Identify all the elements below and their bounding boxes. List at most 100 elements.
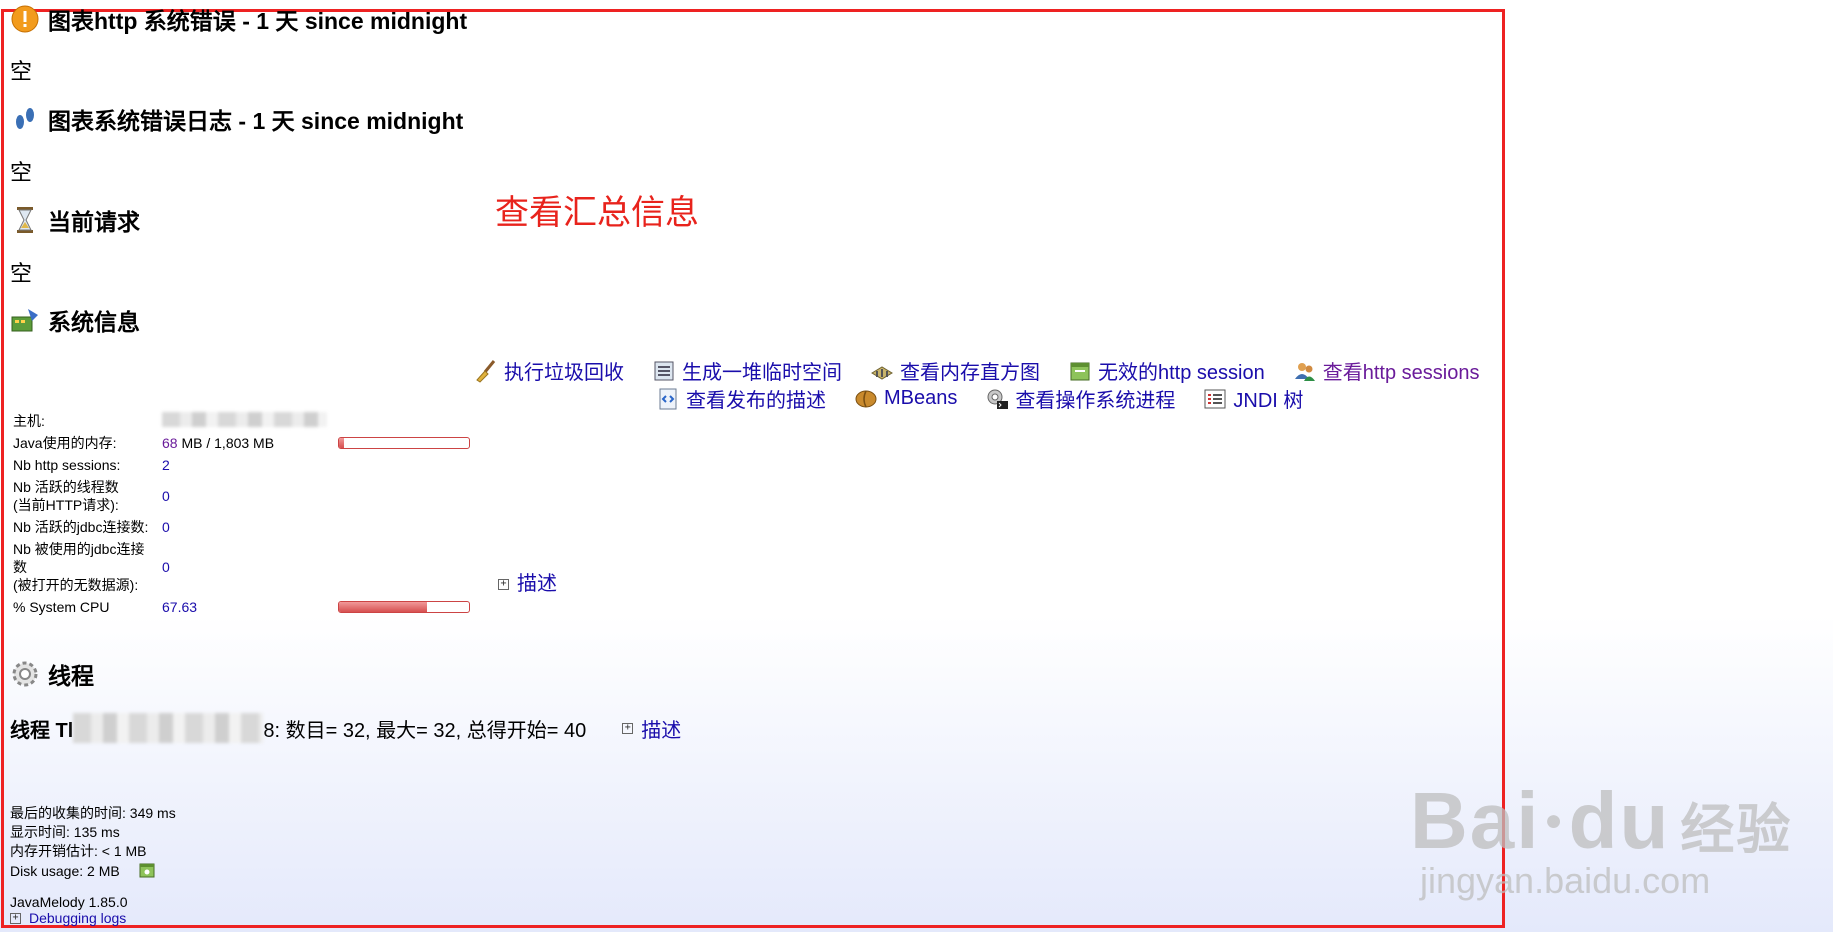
memory-usage-bar	[338, 437, 470, 449]
paw-icon: ●	[1544, 804, 1565, 837]
cpu-value[interactable]: 67.63	[159, 596, 335, 618]
active-threads-value[interactable]: 0	[159, 476, 335, 516]
memory-histogram-icon	[870, 359, 894, 383]
mbeans-link[interactable]: MBeans	[854, 387, 957, 411]
hourglass-icon	[10, 205, 40, 235]
jndi-tree-icon	[1203, 387, 1227, 411]
heap-dump-label: 生成一堆临时空间	[682, 362, 842, 384]
view-sessions-label: 查看http sessions	[1322, 362, 1480, 384]
table-row: Nb 活跃的线程数 (当前HTTP请求): 0	[10, 476, 473, 516]
system-details-toggle[interactable]: + 描述	[498, 567, 557, 596]
memory-histogram-link[interactable]: 查看内存直方图	[870, 356, 1040, 385]
heap-dump-icon	[652, 359, 676, 383]
purge-icon[interactable]	[138, 861, 156, 884]
table-row: Nb 被使用的jdbc连接数 (被打开的无数据源): 0	[10, 538, 473, 596]
table-row: % System CPU 67.63	[10, 596, 473, 618]
view-sessions-link[interactable]: 查看http sessions	[1293, 356, 1480, 385]
table-row: Nb http sessions: 2	[10, 454, 473, 476]
system-info-icon	[10, 305, 40, 335]
deployment-descriptor-icon	[656, 387, 680, 411]
watermark-brand: Bai ●du 经验	[1410, 775, 1792, 867]
watermark-brand-cn: 经验	[1680, 800, 1793, 860]
mbeans-icon	[854, 387, 878, 411]
annotation-label: 查看汇总信息	[495, 194, 699, 232]
threads-heading: 线程	[10, 657, 94, 691]
system-actions-row1: 执行垃圾回收 生成一堆临时空间 查看内存直方图 无效的http session …	[474, 356, 1507, 385]
invalidate-sessions-link[interactable]: 无效的http session	[1068, 356, 1265, 385]
jdbc-used-label-line2: (被打开的无数据源):	[13, 577, 139, 593]
disk-usage-row: Disk usage: 2 MB	[10, 861, 176, 884]
active-threads-label-line1: Nb 活跃的线程数	[13, 479, 119, 495]
table-row: Java使用的内存: 68 MB / 1,803 MB	[10, 432, 473, 454]
invalidate-session-icon	[1068, 359, 1092, 383]
deployment-descriptor-label: 查看发布的描述	[686, 390, 826, 412]
system-actions-row2: 查看发布的描述 MBeans 查看操作系统进程 JNDI 树	[656, 384, 1331, 413]
error-log-heading: 图表系统错误日志 - 1 天 since midnight	[10, 102, 463, 136]
table-row: Nb 活跃的jdbc连接数: 0	[10, 516, 473, 538]
warning-icon	[10, 4, 40, 34]
heap-dump-link[interactable]: 生成一堆临时空间	[652, 356, 842, 385]
thread-summary: 线程 Tl 8: 数目= 32, 最大= 32, 总得开始= 40 + 描述	[10, 713, 681, 743]
jndi-tree-link[interactable]: JNDI 树	[1203, 384, 1303, 413]
jdbc-used-label: Nb 被使用的jdbc连接数 (被打开的无数据源):	[10, 538, 159, 596]
broom-icon	[474, 359, 498, 383]
threads-details-link[interactable]: 描述	[641, 714, 681, 743]
display-time: 显示时间: 135 ms	[10, 824, 120, 840]
active-threads-label: Nb 活跃的线程数 (当前HTTP请求):	[10, 476, 159, 516]
memory-used-link[interactable]: 68	[162, 435, 178, 451]
current-requests-title: 当前请求	[48, 209, 140, 235]
watermark-url: jingyan.baidu.com	[1420, 860, 1711, 901]
sessions-icon	[1293, 359, 1317, 383]
table-row: 主机:	[10, 410, 473, 432]
collect-time: 最后的收集的时间: 349 ms	[10, 805, 176, 821]
footer-stats: 最后的收集的时间: 349 ms 显示时间: 135 ms 内存开销估计: < …	[10, 804, 176, 884]
http-errors-heading: 图表http 系统错误 - 1 天 since midnight	[10, 2, 467, 36]
cpu-usage-fill	[339, 602, 427, 612]
processes-label: 查看操作系统进程	[1015, 390, 1176, 412]
system-info-table: 主机: Java使用的内存: 68 MB / 1,803 MB Nb http …	[10, 410, 473, 618]
current-requests-empty: 空	[10, 261, 33, 286]
memory-value: 68 MB / 1,803 MB	[159, 432, 335, 454]
system-info-title: 系统信息	[48, 309, 140, 335]
watermark-brand-text2: du	[1568, 776, 1671, 865]
processes-icon	[985, 387, 1009, 411]
system-info-heading: 系统信息	[10, 303, 140, 337]
jdbc-active-value[interactable]: 0	[159, 516, 335, 538]
sessions-value[interactable]: 2	[159, 454, 335, 476]
system-details-link[interactable]: 描述	[517, 573, 557, 595]
invalidate-sessions-label: 无效的http session	[1098, 362, 1265, 384]
gear-icon	[10, 659, 40, 689]
jdbc-active-label: Nb 活跃的jdbc连接数:	[13, 519, 149, 535]
host-label: 主机:	[13, 413, 45, 429]
jdbc-used-value[interactable]: 0	[159, 538, 335, 596]
processes-link[interactable]: 查看操作系统进程	[985, 384, 1175, 413]
threads-title: 线程	[48, 663, 94, 689]
thread-summary-text: 8: 数目= 32, 最大= 32, 总得开始= 40	[263, 719, 587, 742]
expand-icon: +	[10, 913, 21, 924]
http-errors-title: 图表http 系统错误 - 1 天 since midnight	[48, 8, 468, 34]
error-log-empty: 空	[10, 160, 33, 185]
jndi-tree-label: JNDI 树	[1233, 390, 1304, 412]
current-requests-heading: 当前请求	[10, 203, 140, 237]
memory-label: Java使用的内存:	[13, 435, 117, 451]
disk-usage: Disk usage: 2 MB	[10, 863, 120, 880]
expand-icon: +	[622, 722, 634, 734]
debug-logs-link[interactable]: Debugging logs	[29, 909, 126, 928]
memory-usage-fill	[339, 438, 344, 448]
footer-version-block: JavaMelody 1.85.0 + Debugging logs	[10, 893, 128, 928]
jdbc-used-label-line1: Nb 被使用的jdbc连接数	[13, 541, 145, 575]
host-value	[159, 410, 335, 432]
expand-icon: +	[498, 579, 509, 591]
threads-details-toggle[interactable]: + 描述	[622, 714, 681, 743]
error-log-title: 图表系统错误日志 - 1 天 since midnight	[48, 108, 464, 134]
gc-link[interactable]: 执行垃圾回收	[474, 356, 624, 385]
watermark-brand-text: Bai	[1410, 776, 1541, 865]
active-threads-label-line2: (当前HTTP请求):	[13, 497, 119, 513]
memory-total: MB / 1,803 MB	[177, 435, 275, 451]
footprints-icon	[10, 104, 40, 134]
deployment-descriptor-link[interactable]: 查看发布的描述	[656, 384, 826, 413]
sessions-label: Nb http sessions:	[13, 457, 121, 473]
gc-label: 执行垃圾回收	[504, 362, 624, 384]
redacted-host	[162, 412, 327, 427]
memory-overhead: 内存开销估计: < 1 MB	[10, 843, 147, 859]
